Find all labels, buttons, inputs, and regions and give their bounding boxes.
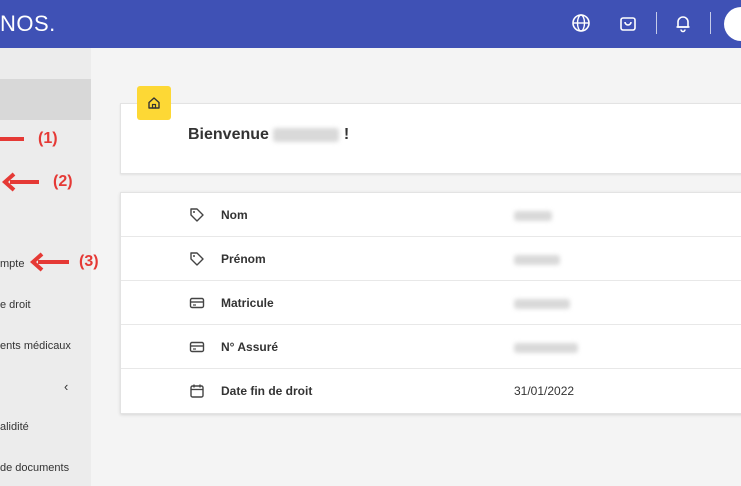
profile-details-card: Nom Prénom Matricule N° Assuré Date fin …: [120, 192, 741, 414]
bell-icon[interactable]: [673, 13, 693, 33]
tag-icon: [190, 252, 204, 266]
detail-value: [514, 252, 560, 266]
redacted-value: [514, 298, 570, 309]
brand-logo[interactable]: NOS.: [0, 11, 56, 37]
detail-label: Prénom: [221, 252, 266, 266]
id-card-icon: [189, 297, 205, 309]
sidebar-item-active[interactable]: [0, 79, 91, 120]
annotation-arrow-icon: [2, 172, 39, 192]
detail-label: Matricule: [221, 296, 274, 310]
detail-row-matricule: Matricule: [121, 281, 741, 325]
annotation-label: (1): [38, 130, 58, 147]
divider: [656, 12, 657, 34]
detail-label: N° Assuré: [221, 340, 279, 354]
annotation-label: (3): [79, 253, 99, 270]
sidebar-item-documents-medicaux[interactable]: ents médicaux: [0, 340, 71, 352]
detail-row-numero-assure: N° Assuré: [121, 325, 741, 369]
redacted-value: [514, 254, 560, 265]
detail-row-prenom: Prénom: [121, 237, 741, 281]
sidebar-item-documents[interactable]: de documents: [0, 462, 69, 474]
top-app-bar: NOS.: [0, 0, 741, 48]
sidebar-item-droit[interactable]: e droit: [0, 299, 31, 311]
id-card-icon: [189, 341, 205, 353]
divider: [710, 12, 711, 34]
detail-value: 31/01/2022: [514, 384, 575, 398]
detail-value: [514, 340, 578, 354]
sidebar-item-validite[interactable]: alidité: [0, 421, 29, 433]
annotation-label: (2): [53, 173, 73, 190]
redacted-value: [514, 210, 552, 221]
shopping-bag-icon[interactable]: [618, 13, 638, 33]
detail-value: [514, 296, 570, 310]
annotation-arrow-icon: [30, 252, 69, 272]
detail-value: [514, 208, 552, 222]
detail-row-date-fin-de-droit: Date fin de droit 31/01/2022: [121, 369, 741, 413]
sidebar-item-compte[interactable]: mpte: [0, 258, 24, 270]
detail-label: Nom: [221, 208, 248, 222]
redacted-name: [273, 127, 340, 142]
tag-icon: [190, 208, 204, 222]
detail-label: Date fin de droit: [221, 384, 313, 398]
globe-icon[interactable]: [571, 13, 591, 33]
welcome-card: Bienvenue !: [120, 103, 741, 174]
home-icon: [148, 97, 160, 109]
home-badge: [137, 86, 171, 120]
redacted-value: [514, 342, 578, 353]
welcome-prefix: Bienvenue: [188, 126, 269, 143]
welcome-title: Bienvenue !: [188, 126, 349, 144]
detail-row-nom: Nom: [121, 193, 741, 237]
calendar-icon: [190, 384, 204, 398]
avatar[interactable]: [724, 7, 741, 41]
chevron-left-icon[interactable]: ‹: [64, 379, 68, 394]
welcome-suffix: !: [343, 126, 350, 143]
annotation-arrow-icon: [0, 137, 24, 141]
